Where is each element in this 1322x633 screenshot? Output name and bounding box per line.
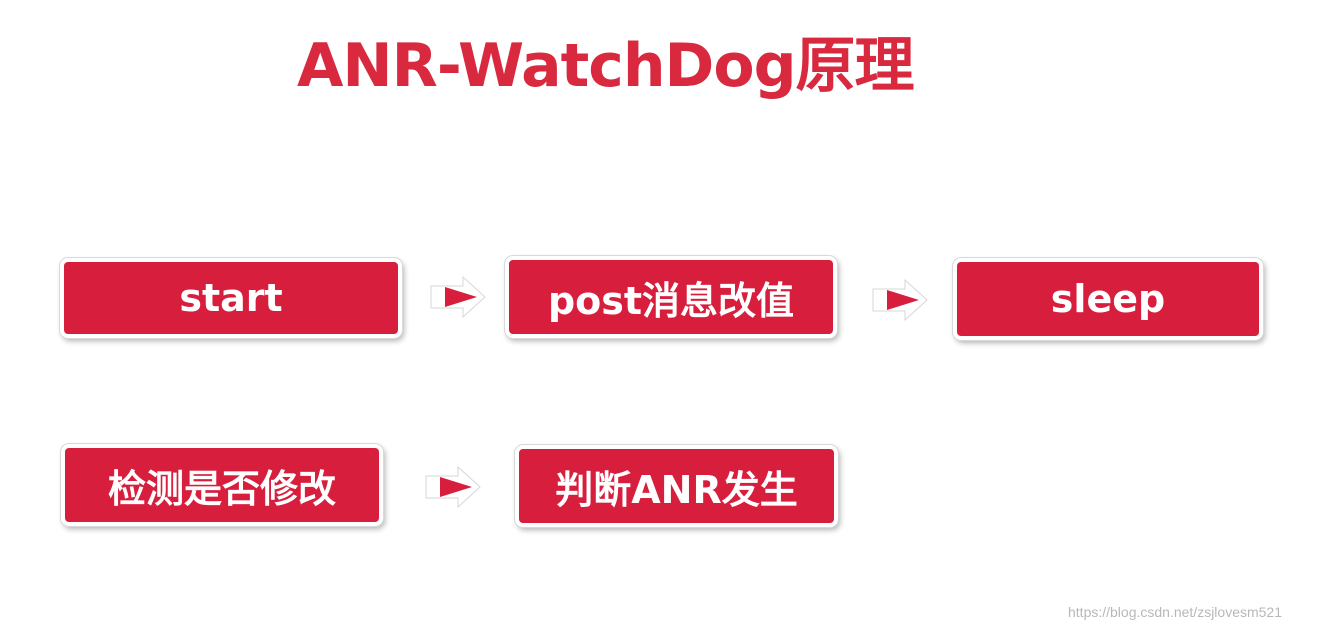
step-judge-box: 判断ANR发生: [515, 445, 838, 527]
step-check-box: 检测是否修改: [61, 444, 383, 526]
step-sleep-label: sleep: [1050, 277, 1166, 321]
step-sleep-box: sleep: [953, 258, 1263, 340]
right-arrow-icon: [430, 275, 486, 319]
step-check-label: 检测是否修改: [107, 466, 336, 511]
page-title: ANR-WatchDog原理: [297, 31, 915, 101]
right-arrow-icon: [425, 465, 481, 509]
right-arrow-icon: [872, 278, 928, 322]
step-post-box: post消息改值: [505, 256, 837, 338]
watermark: https://blog.csdn.net/zsjlovesm521: [1068, 604, 1283, 620]
step-post-label: post消息改值: [547, 278, 795, 323]
step-start-box: start: [60, 258, 402, 338]
step-judge-label: 判断ANR发生: [555, 467, 798, 512]
step-start-label: start: [179, 276, 283, 320]
